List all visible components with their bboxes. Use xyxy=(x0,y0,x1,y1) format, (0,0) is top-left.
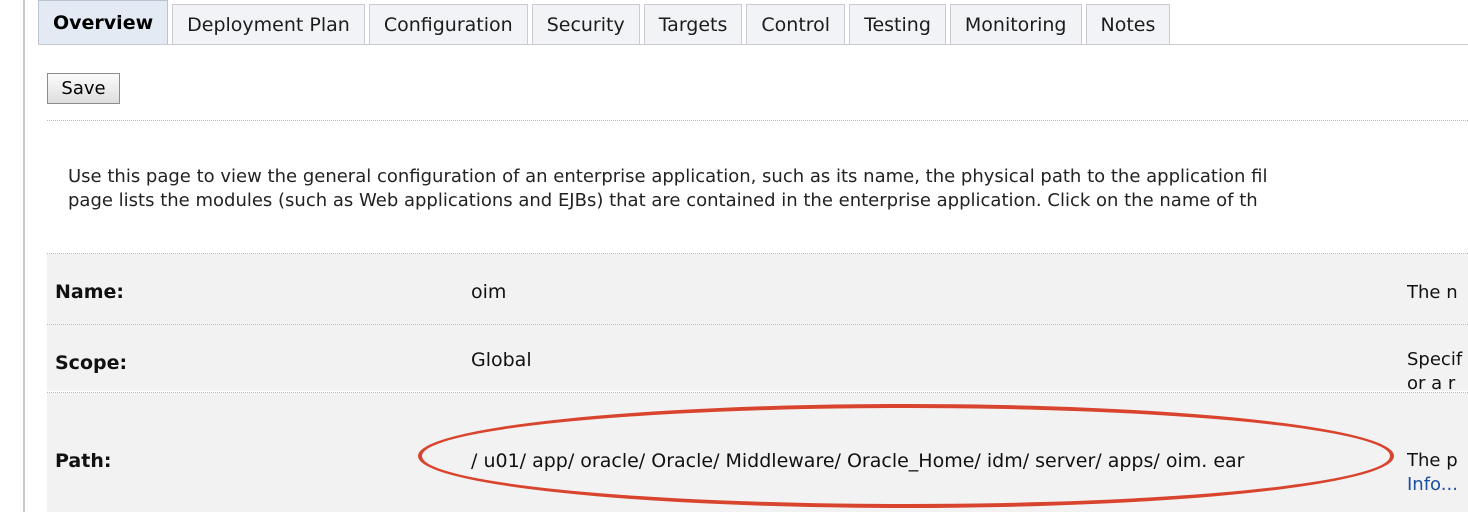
path-label: Path: xyxy=(55,450,112,472)
tab-control[interactable]: Control xyxy=(746,4,846,45)
path-more-info-link[interactable]: Info... xyxy=(1407,473,1468,497)
tab-monitoring[interactable]: Monitoring xyxy=(949,4,1082,45)
save-button[interactable]: Save xyxy=(47,73,120,104)
path-value: / u01/ app/ oracle/ Oracle/ Middleware/ … xyxy=(471,450,1245,472)
tab-deployment-plan[interactable]: Deployment Plan xyxy=(172,4,365,45)
name-value: oim xyxy=(471,281,507,303)
tab-targets[interactable]: Targets xyxy=(643,4,743,45)
tab-configuration[interactable]: Configuration xyxy=(368,4,528,45)
scope-row: Scope: Global Specif or a r xyxy=(47,325,1468,394)
path-help: The p Info... xyxy=(1407,449,1468,497)
tab-security[interactable]: Security xyxy=(531,4,640,45)
scope-help: Specif or a r xyxy=(1407,348,1468,396)
application-overview-page: Overview Deployment Plan Configuration S… xyxy=(0,0,1468,512)
name-label: Name: xyxy=(55,281,125,303)
name-help: The n xyxy=(1407,282,1458,303)
tab-notes[interactable]: Notes xyxy=(1085,4,1171,45)
tab-testing[interactable]: Testing xyxy=(849,4,946,45)
separator xyxy=(47,120,1468,121)
page-description: Use this page to view the general config… xyxy=(68,165,1468,213)
scope-label: Scope: xyxy=(55,352,128,374)
tab-baseline xyxy=(38,44,1468,45)
left-border xyxy=(23,0,25,512)
tab-bar: Overview Deployment Plan Configuration S… xyxy=(38,0,1174,45)
scope-value: Global xyxy=(471,349,532,371)
path-help-line-1: The p xyxy=(1407,450,1458,471)
description-line-2: page lists the modules (such as Web appl… xyxy=(68,190,1258,211)
path-row: Path: / u01/ app/ oracle/ Oracle/ Middle… xyxy=(47,393,1468,512)
name-row: Name: oim The n xyxy=(47,254,1468,324)
tab-overview[interactable]: Overview xyxy=(38,0,169,45)
description-line-1: Use this page to view the general config… xyxy=(68,166,1268,187)
scope-help-line-1: Specif xyxy=(1407,349,1463,370)
